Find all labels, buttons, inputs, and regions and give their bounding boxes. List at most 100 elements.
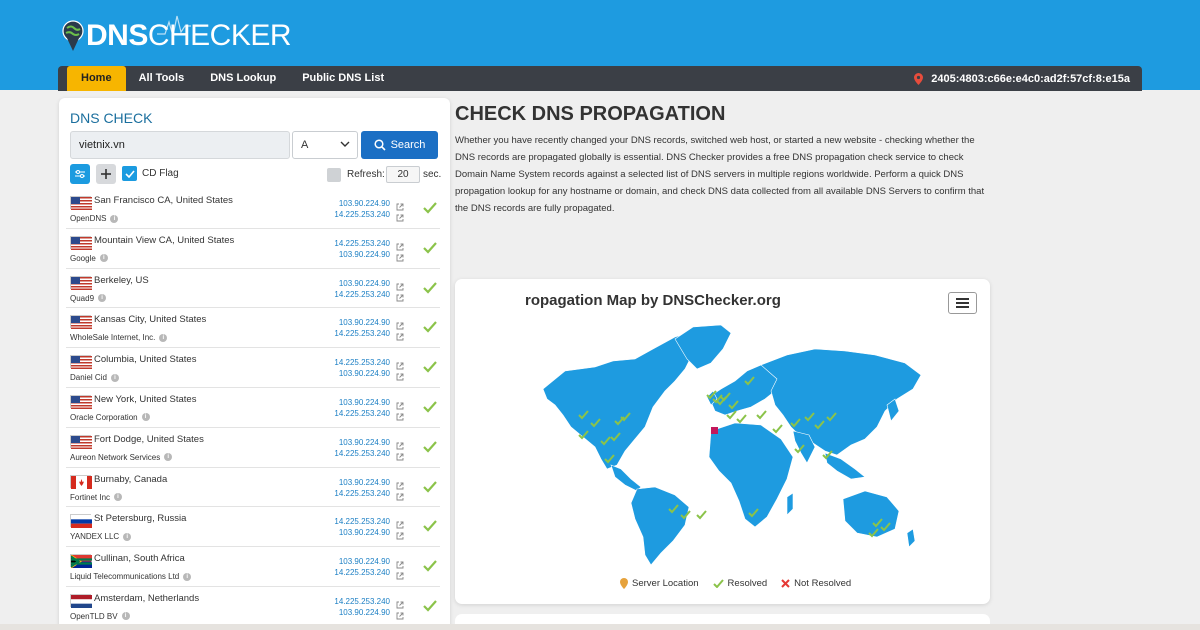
refresh-interval-input[interactable]: 20: [386, 166, 420, 183]
server-provider: Aureon Network Services i: [70, 453, 173, 462]
search-icon: [374, 139, 386, 151]
external-link-icon[interactable]: [396, 527, 404, 540]
nav-all-tools[interactable]: All Tools: [126, 66, 198, 91]
resolved-ip[interactable]: 103.90.224.90: [339, 318, 390, 327]
external-link-icon[interactable]: [396, 448, 404, 461]
info-icon[interactable]: i: [98, 294, 107, 303]
resolved-ip[interactable]: 14.225.253.240: [334, 409, 390, 418]
filter-settings-button[interactable]: [70, 164, 90, 184]
external-link-icon[interactable]: [396, 209, 404, 222]
external-link-icon[interactable]: [396, 477, 404, 490]
external-link-icon[interactable]: [396, 567, 404, 580]
server-row: Burnaby, Canada Fortinet Inc i 103.90.22…: [66, 468, 440, 508]
resolved-ip[interactable]: 103.90.224.90: [339, 250, 390, 259]
external-link-icon[interactable]: [396, 596, 404, 609]
external-link-icon[interactable]: [396, 607, 404, 620]
external-link-icon[interactable]: [396, 238, 404, 251]
info-icon[interactable]: i: [123, 532, 132, 541]
server-provider: Quad9 i: [70, 293, 107, 303]
resolved-ip[interactable]: 14.225.253.240: [334, 597, 390, 606]
server-row: Columbia, United States Daniel Cid i 14.…: [66, 348, 440, 388]
resolved-ip[interactable]: 103.90.224.90: [339, 557, 390, 566]
not-resolved-marker: [711, 427, 718, 434]
resolved-ip[interactable]: 103.90.224.90: [339, 608, 390, 617]
external-link-icon[interactable]: [396, 408, 404, 421]
resolved-ip[interactable]: 14.225.253.240: [334, 239, 390, 248]
external-link-icon[interactable]: [396, 328, 404, 341]
nl-flag-icon: [70, 593, 92, 608]
server-provider: Daniel Cid i: [70, 373, 119, 382]
provider-name: Fortinet Inc: [70, 492, 111, 502]
menu-line: [956, 297, 969, 300]
resolved-ip[interactable]: 103.90.224.90: [339, 199, 390, 208]
resolved-ip[interactable]: 103.90.224.90: [339, 369, 390, 378]
external-link-icon[interactable]: [396, 368, 404, 381]
resolved-ip[interactable]: 103.90.224.90: [339, 528, 390, 537]
resolved-ip[interactable]: 103.90.224.90: [339, 279, 390, 288]
resolved-ip[interactable]: 14.225.253.240: [334, 210, 390, 219]
world-map: [542, 324, 922, 566]
resolved-ip[interactable]: 14.225.253.240: [334, 568, 390, 577]
record-type-select[interactable]: A: [292, 131, 358, 159]
info-icon[interactable]: i: [110, 373, 119, 382]
us-flag-icon: [70, 434, 92, 449]
search-button[interactable]: Search: [361, 131, 438, 159]
resolved-ip[interactable]: 103.90.224.90: [339, 478, 390, 487]
external-link-icon[interactable]: [396, 437, 404, 450]
resolved-ip[interactable]: 14.225.253.240: [334, 449, 390, 458]
resolved-ip[interactable]: 103.90.224.90: [339, 438, 390, 447]
external-link-icon[interactable]: [396, 397, 404, 410]
domain-input[interactable]: vietnix.vn: [70, 131, 290, 159]
resolved-check-icon: [423, 320, 437, 333]
map-title: ropagation Map by DNSChecker.org: [525, 292, 781, 309]
external-link-icon[interactable]: [396, 488, 404, 501]
resolved-ip[interactable]: 14.225.253.240: [334, 329, 390, 338]
info-icon[interactable]: i: [164, 453, 173, 462]
page-description: Whether you have recently changed your D…: [455, 135, 985, 214]
resolved-ip[interactable]: 14.225.253.240: [334, 489, 390, 498]
resolved-ip[interactable]: 103.90.224.90: [339, 398, 390, 407]
external-link-icon[interactable]: [396, 317, 404, 330]
info-icon[interactable]: i: [121, 612, 130, 621]
external-link-icon[interactable]: [396, 357, 404, 370]
resolved-ip[interactable]: 14.225.253.240: [334, 517, 390, 526]
resolved-check-icon: [423, 480, 437, 493]
ru-flag-icon: [70, 514, 92, 529]
info-icon[interactable]: i: [141, 413, 150, 422]
external-link-icon[interactable]: [396, 516, 404, 529]
resolved-check-icon: [423, 201, 437, 214]
nav-public-dns-list[interactable]: Public DNS List: [289, 66, 397, 91]
provider-name: Daniel Cid: [70, 373, 107, 383]
server-row: Fort Dodge, United States Aureon Network…: [66, 428, 440, 468]
legend-server-label: Server Location: [632, 578, 699, 589]
external-link-icon[interactable]: [396, 556, 404, 569]
site-logo[interactable]: DNSCHECKER: [62, 15, 292, 56]
za-flag-icon: [70, 554, 93, 569]
map-menu-button[interactable]: [948, 292, 977, 314]
nav-dns-lookup[interactable]: DNS Lookup: [197, 66, 289, 91]
resolved-ip[interactable]: 14.225.253.240: [334, 290, 390, 299]
provider-name: Quad9: [70, 293, 95, 303]
add-server-button[interactable]: [96, 164, 116, 184]
server-provider: Oracle Corporation i: [70, 413, 150, 422]
cd-flag-checkbox[interactable]: [122, 166, 137, 181]
globe-pin-icon: [62, 20, 84, 51]
info-icon[interactable]: i: [99, 254, 108, 263]
external-link-icon[interactable]: [396, 249, 404, 262]
external-link-icon[interactable]: [396, 278, 404, 291]
resolved-ip[interactable]: 14.225.253.240: [334, 358, 390, 367]
nav-home[interactable]: Home: [67, 66, 126, 91]
external-link-icon[interactable]: [396, 289, 404, 302]
resolved-marker: [772, 424, 783, 434]
info-icon[interactable]: i: [110, 214, 119, 223]
external-link-icon[interactable]: [396, 198, 404, 211]
resolved-check-icon: [423, 400, 437, 413]
info-icon[interactable]: i: [183, 572, 192, 581]
refresh-checkbox[interactable]: [327, 168, 341, 182]
resolved-marker: [736, 414, 747, 424]
us-flag-icon: [70, 394, 92, 409]
server-location: Fort Dodge, United States: [94, 433, 204, 445]
info-icon[interactable]: i: [159, 333, 168, 342]
info-icon[interactable]: i: [114, 493, 123, 502]
server-row: New York, United States Oracle Corporati…: [66, 388, 440, 428]
